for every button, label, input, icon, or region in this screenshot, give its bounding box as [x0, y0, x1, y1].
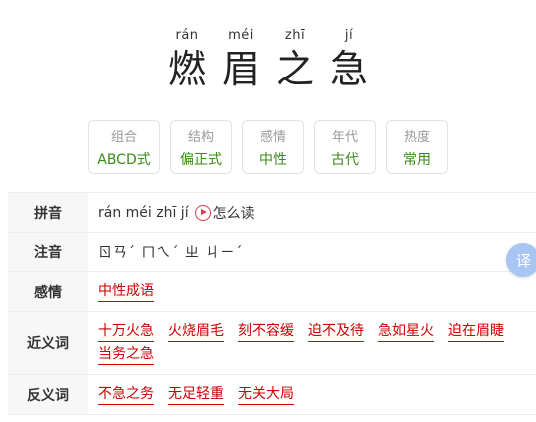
- tag-label: 组合: [110, 129, 137, 145]
- antonym-link[interactable]: 无关大局: [238, 384, 294, 405]
- tag-structure[interactable]: 结构 偏正式: [170, 120, 232, 174]
- tag-emotion[interactable]: 感情 中性: [242, 120, 304, 174]
- char-pinyin: jí: [344, 28, 354, 43]
- how-to-read-link[interactable]: 怎么读: [213, 203, 255, 223]
- synonym-link[interactable]: 迫不及待: [308, 321, 364, 342]
- translate-button[interactable]: 译: [506, 243, 536, 277]
- tag-combination[interactable]: 组合 ABCD式: [88, 120, 160, 174]
- pinyin-text: rán méi zhī jí: [98, 204, 189, 221]
- row-content: ㄖㄢˊ ㄇㄟˊ ㄓ ㄐㄧˊ: [88, 233, 536, 271]
- idiom-char: jí 急: [328, 26, 370, 92]
- char-pinyin: méi: [228, 28, 254, 43]
- antonym-link[interactable]: 无足轻重: [168, 384, 224, 405]
- antonym-link[interactable]: 不急之务: [98, 384, 154, 405]
- tag-value: 古代: [331, 151, 359, 168]
- synonym-link[interactable]: 当务之急: [98, 344, 154, 365]
- row-label: 注音: [8, 233, 88, 271]
- row-label: 反义词: [8, 375, 88, 414]
- tag-value: ABCD式: [97, 151, 151, 168]
- emotion-link[interactable]: 中性成语: [98, 281, 154, 302]
- char-pinyin: zhī: [284, 28, 306, 43]
- synonym-link[interactable]: 迫在眉睫: [448, 321, 504, 342]
- attribute-tags: 组合 ABCD式 结构 偏正式 感情 中性 年代 古代 热度 常用: [0, 120, 536, 174]
- idiom-char: méi 眉: [220, 26, 262, 92]
- idiom-info-table: 拼音 rán méi zhī jí 怎么读 注音 ㄖㄢˊ ㄇㄟˊ ㄓ ㄐㄧˊ 感…: [8, 192, 536, 415]
- row-zhuyin: 注音 ㄖㄢˊ ㄇㄟˊ ㄓ ㄐㄧˊ: [8, 233, 536, 272]
- synonym-link[interactable]: 十万火急: [98, 321, 154, 342]
- tag-era[interactable]: 年代 古代: [314, 120, 376, 174]
- tag-label: 结构: [187, 129, 214, 145]
- tag-label: 感情: [259, 129, 286, 145]
- synonym-link[interactable]: 刻不容缓: [238, 321, 294, 342]
- row-pinyin: 拼音 rán méi zhī jí 怎么读: [8, 193, 536, 233]
- row-emotion: 感情 中性成语: [8, 272, 536, 312]
- idiom-char: zhī 之: [274, 26, 316, 92]
- synonym-link[interactable]: 火烧眉毛: [168, 321, 224, 342]
- tag-value: 常用: [403, 151, 431, 168]
- char-hanzi: 眉: [221, 47, 260, 91]
- char-pinyin: rán: [175, 28, 199, 43]
- idiom-characters: rán 燃 méi 眉 zhī 之 jí 急: [0, 26, 536, 92]
- play-audio-icon[interactable]: [194, 204, 211, 221]
- char-hanzi: 急: [329, 47, 368, 91]
- char-hanzi: 之: [275, 47, 314, 91]
- tag-value: 中性: [259, 151, 287, 168]
- zhuyin-text: ㄖㄢˊ ㄇㄟˊ ㄓ ㄐㄧˊ: [98, 245, 244, 261]
- idiom-header: rán 燃 méi 眉 zhī 之 jí 急: [0, 0, 536, 110]
- row-synonyms: 近义词 十万火急 火烧眉毛 刻不容缓 迫不及待 急如星火 迫在眉睫 当务之急: [8, 312, 536, 375]
- row-antonyms: 反义词 不急之务 无足轻重 无关大局: [8, 375, 536, 415]
- row-content: rán méi zhī jí 怎么读: [88, 193, 536, 232]
- tag-popularity[interactable]: 热度 常用: [386, 120, 448, 174]
- row-content: 不急之务 无足轻重 无关大局: [88, 375, 536, 414]
- row-label: 感情: [8, 272, 88, 311]
- tag-value: 偏正式: [180, 151, 222, 168]
- row-content: 中性成语: [88, 272, 536, 311]
- translate-label: 译: [516, 251, 532, 270]
- tag-label: 热度: [403, 129, 430, 145]
- synonym-link[interactable]: 急如星火: [378, 321, 434, 342]
- row-content: 十万火急 火烧眉毛 刻不容缓 迫不及待 急如星火 迫在眉睫 当务之急: [88, 312, 536, 374]
- tag-label: 年代: [331, 129, 358, 145]
- idiom-char: rán 燃: [166, 26, 208, 92]
- row-label: 近义词: [8, 312, 88, 374]
- row-label: 拼音: [8, 193, 88, 232]
- char-hanzi: 燃: [167, 47, 206, 91]
